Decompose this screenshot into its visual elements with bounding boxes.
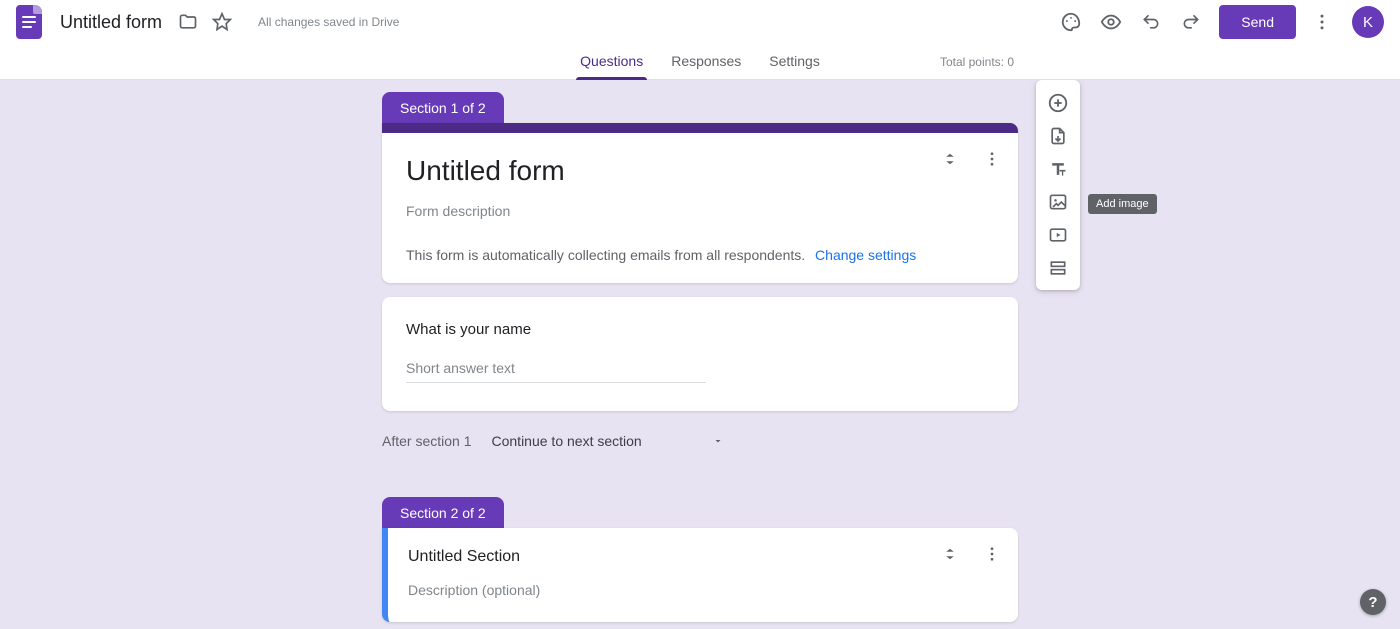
- app-header: Untitled form All changes saved in Drive: [0, 0, 1400, 44]
- help-button[interactable]: ?: [1360, 589, 1386, 615]
- section-1-title-card[interactable]: Untitled form Form description This form…: [382, 123, 1018, 283]
- add-title-button[interactable]: [1038, 152, 1078, 185]
- tab-questions[interactable]: Questions: [578, 53, 645, 79]
- question-1-card[interactable]: What is your name Short answer text: [382, 297, 1018, 411]
- question-1-text[interactable]: What is your name: [406, 321, 994, 338]
- after-section-1-picker[interactable]: Continue to next section: [486, 429, 730, 453]
- collapse-section-2-icon[interactable]: [938, 542, 962, 566]
- add-section-button[interactable]: [1038, 251, 1078, 284]
- star-icon[interactable]: [210, 10, 234, 34]
- add-image-button[interactable]: [1038, 185, 1078, 218]
- save-status: All changes saved in Drive: [258, 15, 399, 29]
- import-questions-button[interactable]: [1038, 119, 1078, 152]
- tooltip-add-image: Add image: [1088, 194, 1157, 214]
- section-2-description-input[interactable]: Description (optional): [408, 582, 994, 598]
- section-2-title-card[interactable]: Untitled Section Description (optional): [382, 528, 1018, 622]
- tab-settings[interactable]: Settings: [767, 53, 822, 79]
- add-video-button[interactable]: [1038, 218, 1078, 251]
- forms-logo[interactable]: [16, 5, 42, 39]
- section-2-title-input[interactable]: Untitled Section: [408, 548, 994, 566]
- section-2-badge: Section 2 of 2: [382, 497, 504, 529]
- redo-icon[interactable]: [1173, 4, 1209, 40]
- total-points-label: Total points: 0: [940, 55, 1014, 69]
- section-more-icon[interactable]: [980, 147, 1004, 171]
- section-2-more-icon[interactable]: [980, 542, 1004, 566]
- after-section-1-label: After section 1: [382, 433, 472, 449]
- form-canvas: Add image Section 1 of 2 Untitled form F…: [0, 80, 1400, 629]
- form-title-input[interactable]: Untitled form: [406, 155, 994, 187]
- move-to-folder-icon[interactable]: [176, 10, 200, 34]
- account-avatar[interactable]: K: [1352, 6, 1384, 38]
- change-settings-link[interactable]: Change settings: [815, 247, 916, 263]
- undo-icon[interactable]: [1133, 4, 1169, 40]
- send-button[interactable]: Send: [1219, 5, 1296, 39]
- add-question-button[interactable]: [1038, 86, 1078, 119]
- tab-responses[interactable]: Responses: [669, 53, 743, 79]
- customize-theme-icon[interactable]: [1053, 4, 1089, 40]
- floating-toolbar: [1036, 80, 1080, 290]
- collapse-section-icon[interactable]: [938, 147, 962, 171]
- email-collection-notice: This form is automatically collecting em…: [406, 247, 994, 263]
- document-title[interactable]: Untitled form: [60, 12, 162, 33]
- email-notice-text: This form is automatically collecting em…: [406, 247, 805, 263]
- after-section-1-value: Continue to next section: [492, 433, 642, 449]
- form-description-input[interactable]: Form description: [406, 203, 994, 219]
- chevron-down-icon: [712, 435, 724, 447]
- preview-icon[interactable]: [1093, 4, 1129, 40]
- more-menu-icon[interactable]: [1304, 4, 1340, 40]
- short-answer-placeholder: Short answer text: [406, 360, 706, 383]
- after-section-1-row: After section 1 Continue to next section: [382, 429, 1018, 453]
- tab-row: Questions Responses Settings Total point…: [0, 44, 1400, 80]
- section-1-badge: Section 1 of 2: [382, 92, 504, 124]
